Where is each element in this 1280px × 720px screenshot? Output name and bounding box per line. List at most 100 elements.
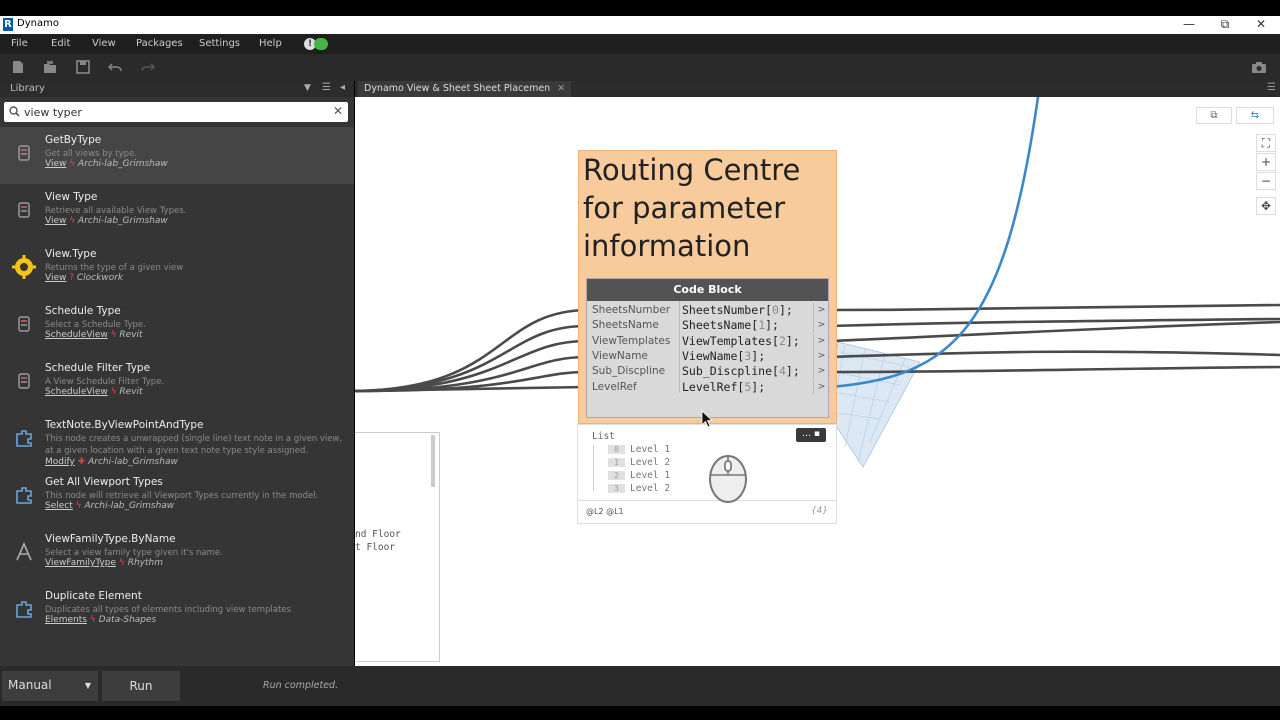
library-result[interactable]: Schedule Type Select a Schedule Type. Sche…	[0, 298, 354, 355]
result-category[interactable]: View	[45, 159, 66, 169]
input-port[interactable]: SheetsNumber	[587, 303, 679, 318]
status-ok-icon	[314, 38, 328, 50]
minimize-button[interactable]: —	[1179, 16, 1199, 34]
node-package-icon	[12, 198, 36, 222]
result-category[interactable]: View	[45, 273, 66, 283]
preview-list-item: 1 Level 2	[608, 457, 670, 468]
collapse-library-icon[interactable]: ◂	[340, 82, 345, 93]
clear-search-icon[interactable]: ✕	[333, 104, 343, 118]
output-port[interactable]: >	[813, 333, 829, 349]
menu-settings[interactable]: Settings	[199, 38, 240, 49]
result-category[interactable]: ViewFamilyType	[45, 558, 116, 568]
graph-view-toggle-icon[interactable]: ⇆	[1236, 107, 1274, 124]
partial-watch-node[interactable]: nd Floor t Floor	[355, 432, 440, 662]
menu-edit[interactable]: Edit	[51, 38, 70, 49]
output-port[interactable]: >	[813, 318, 829, 334]
input-port[interactable]: ViewTemplates	[587, 334, 679, 349]
save-icon[interactable]	[76, 60, 90, 74]
output-port[interactable]: >	[813, 379, 829, 395]
library-result[interactable]: TextNote.ByViewPointAndType This node cre…	[0, 412, 354, 469]
undo-icon[interactable]	[108, 60, 122, 74]
library-result[interactable]: ViewFamilyType.ByName Select a view famil…	[0, 526, 354, 583]
workspace-tab-label: Dynamo View & Sheet Sheet Placemen	[364, 83, 551, 94]
custom-node-icon	[12, 597, 36, 621]
preview-index: 2	[608, 471, 625, 480]
result-package: Data-Shapes	[98, 615, 157, 625]
close-window-button[interactable]: ✕	[1251, 16, 1271, 34]
camera-icon[interactable]	[1251, 60, 1267, 74]
result-name: View Type	[45, 191, 98, 203]
preview-index: 3	[608, 484, 625, 493]
result-name: Get All Viewport Types	[45, 476, 163, 488]
library-result[interactable]: Duplicate Element Duplicates all types of…	[0, 583, 354, 640]
zoom-out-icon[interactable]: −	[1256, 172, 1276, 190]
input-port[interactable]: SheetsName	[587, 318, 679, 333]
redo-icon[interactable]	[141, 60, 155, 74]
result-category[interactable]: View	[45, 216, 66, 226]
library-result[interactable]: Get All Viewport Types This node will ret…	[0, 469, 354, 526]
run-mode-select[interactable]: Manual ▼	[2, 671, 98, 701]
partial-scrollbar[interactable]	[431, 435, 435, 487]
preview-value: Level 1	[630, 470, 671, 481]
filter-icon[interactable]: ▼	[304, 83, 311, 93]
library-result[interactable]: GetByType Get all views by type. View ϟ Ar…	[0, 127, 354, 184]
library-result[interactable]: View Type Retrieve all available View Typ…	[0, 184, 354, 241]
open-file-icon[interactable]	[43, 60, 57, 74]
output-port[interactable]: >	[813, 364, 829, 380]
input-port[interactable]: ViewName	[587, 349, 679, 364]
code-line[interactable]: Sub_Discpline[4];	[682, 364, 800, 379]
run-status-message: Run completed.	[263, 680, 339, 691]
menu-view[interactable]: View	[92, 38, 116, 49]
search-input[interactable]	[24, 104, 324, 120]
mouse-overlay-icon	[709, 455, 747, 503]
result-category-line: Select ϟ Archi-lab_Grimshaw	[45, 501, 174, 511]
result-category[interactable]: ScheduleView	[45, 330, 108, 340]
partial-text-2: t Floor	[355, 542, 396, 553]
result-name: Schedule Type	[45, 305, 121, 317]
graph-canvas[interactable]: nd Floor t Floor Routing Centre for para…	[355, 97, 1280, 666]
result-category[interactable]: ScheduleView	[45, 387, 108, 397]
result-category-line: View ϟ Archi-lab_Grimshaw	[45, 216, 168, 226]
maximize-button[interactable]: ⧉	[1215, 16, 1235, 34]
preview-footer: @L2 @L1 {4}	[578, 500, 836, 524]
run-button[interactable]: Run	[102, 671, 180, 701]
library-result[interactable]: Schedule Filter Type A View Schedule Filt…	[0, 355, 354, 412]
item-count: {4}	[810, 506, 828, 516]
new-file-icon[interactable]	[11, 60, 25, 74]
list-view-icon[interactable]: ☰	[322, 82, 331, 93]
pin-preview-button[interactable]: … ▪	[796, 428, 826, 442]
geometry-view-toggle-icon[interactable]: ⧉	[1196, 107, 1232, 124]
library-search[interactable]: ✕	[4, 102, 348, 122]
code-line[interactable]: LevelRef[5];	[682, 380, 765, 395]
zoom-in-icon[interactable]: +	[1256, 153, 1276, 171]
code-line[interactable]: ViewTemplates[2];	[682, 334, 800, 349]
result-category-line: ViewFamilyType ϟ Rhythm	[45, 558, 163, 568]
input-port[interactable]: Sub_Discpline	[587, 364, 679, 379]
preview-value: Level 2	[630, 483, 671, 494]
close-tab-icon[interactable]: ✕	[557, 83, 565, 94]
tab-menu-icon[interactable]: ☰	[1267, 82, 1276, 93]
menu-packages[interactable]: Packages	[136, 38, 183, 49]
result-name: Schedule Filter Type	[45, 362, 151, 374]
pan-icon[interactable]: ✥	[1256, 197, 1276, 215]
menu-help[interactable]: Help	[259, 38, 282, 49]
result-description: This node creates a unwrapped (single li…	[45, 434, 343, 456]
library-result[interactable]: View.Type Returns the type of a given vie…	[0, 241, 354, 298]
result-category[interactable]: Elements	[45, 615, 87, 625]
menu-file[interactable]: File	[11, 38, 28, 49]
result-category[interactable]: Select	[45, 501, 73, 511]
code-line[interactable]: SheetsName[1];	[682, 318, 779, 333]
preview-list-title: List	[592, 431, 615, 442]
output-port[interactable]: >	[813, 348, 829, 364]
result-category[interactable]: Modify	[45, 457, 75, 467]
output-port[interactable]: >	[813, 303, 829, 318]
list-levels: @L2 @L1	[586, 507, 624, 516]
screen-bottom-bar	[0, 706, 1280, 720]
code-block-node[interactable]: Code Block SheetsNumber SheetsNumber[0]; >…	[586, 278, 829, 418]
code-line[interactable]: ViewName[3];	[682, 349, 765, 364]
workspace-tab[interactable]: Dynamo View & Sheet Sheet Placemen ✕	[358, 81, 572, 97]
input-port[interactable]: LevelRef	[587, 380, 679, 395]
background-grid-surface	[826, 341, 921, 468]
zoom-to-fit-icon[interactable]: ⛶	[1256, 134, 1276, 152]
code-line[interactable]: SheetsNumber[0];	[682, 303, 793, 318]
